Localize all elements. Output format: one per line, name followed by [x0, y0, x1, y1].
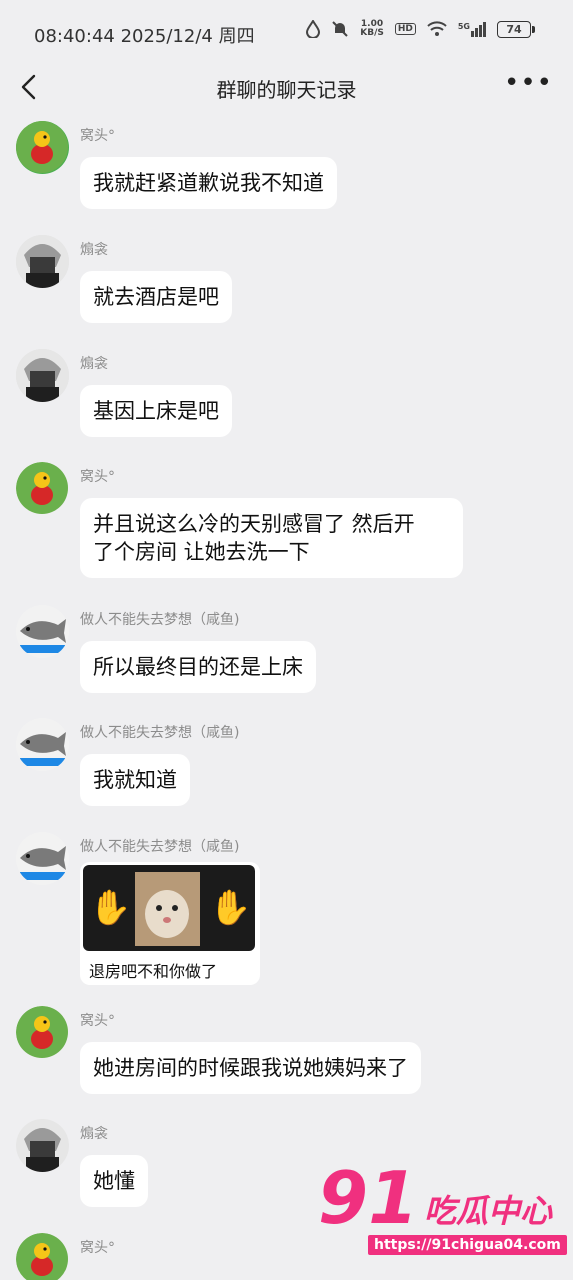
message-item: 窝头° 并且说这么冷的天别感冒了 然后开 了个房间 让她去洗一下 [0, 462, 573, 592]
meme-image: ✋ ✋ [83, 865, 255, 951]
wifi-icon [427, 21, 447, 36]
message-bubble[interactable]: 所以最终目的还是上床 [80, 641, 316, 693]
cat-photo [135, 872, 200, 946]
avatar-xianyu[interactable] [16, 605, 69, 658]
sender-name: 煽衾 [80, 242, 108, 258]
duck-icon [16, 462, 68, 514]
message-text-line: 并且说这么冷的天别感冒了 然后开 [93, 512, 415, 536]
signal-icon: 5G [457, 21, 486, 37]
avatar-wotou[interactable] [16, 1233, 69, 1280]
more-dots-icon[interactable]: ••• [504, 68, 553, 98]
message-bubble[interactable]: 我就赶紧道歉说我不知道 [80, 157, 337, 209]
message-item: 煽衾 就去酒店是吧 [0, 235, 573, 335]
sender-name: 煽衾 [80, 356, 108, 372]
sender-name: 窝头° [80, 469, 115, 485]
title-bar: 群聊的聊天记录 ••• [0, 62, 573, 118]
battery-icon: 74 [497, 20, 535, 38]
bell-off-icon [332, 21, 348, 37]
message-item: 窝头° 她进房间的时候跟我说她姨妈来了 [0, 1006, 573, 1106]
status-icons: 1.00 KB/S HD 5G 74 [306, 20, 535, 38]
net-speed: 1.00 KB/S [360, 20, 384, 38]
watermark-brand: 吃瓜中心 [424, 1192, 553, 1230]
message-item: 做人不能失去梦想（咸鱼) 所以最终目的还是上床 [0, 605, 573, 705]
sender-name: 煽衾 [80, 1126, 108, 1142]
watermark-logo: 91 [318, 1156, 419, 1240]
watermark-url: https://91chigua04.com [368, 1235, 567, 1255]
image-message[interactable]: ✋ ✋ 退房吧不和你做了 [80, 862, 260, 985]
message-item: 煽衾 基因上床是吧 [0, 349, 573, 449]
message-text-line: 了个房间 让她去洗一下 [93, 540, 310, 564]
message-bubble[interactable]: 我就知道 [80, 754, 190, 806]
message-bubble[interactable]: 就去酒店是吧 [80, 271, 232, 323]
hd-badge: HD [394, 23, 416, 35]
avatar-shanqin[interactable] [16, 349, 69, 402]
sender-name: 做人不能失去梦想（咸鱼) [80, 612, 240, 628]
message-item: 窝头° 我就赶紧道歉说我不知道 [0, 121, 573, 221]
salted-fish-icon [16, 605, 69, 658]
avatar-shanqin[interactable] [16, 1119, 69, 1172]
anime-character-icon [16, 235, 69, 288]
sender-name: 做人不能失去梦想（咸鱼) [80, 839, 240, 855]
duck-icon [16, 1006, 68, 1058]
sender-name: 窝头° [80, 1013, 115, 1029]
avatar-xianyu[interactable] [16, 718, 69, 771]
avatar-xianyu[interactable] [16, 832, 69, 885]
salted-fish-icon [16, 832, 69, 885]
anime-character-icon [16, 349, 69, 402]
page-title: 群聊的聊天记录 [216, 78, 357, 102]
avatar-shanqin[interactable] [16, 235, 69, 288]
raised-hand-icon: ✋ [89, 888, 132, 928]
message-bubble[interactable]: 她懂 [80, 1155, 148, 1207]
duck-icon [16, 121, 68, 173]
image-caption: 退房吧不和你做了 [89, 962, 218, 981]
salted-fish-icon [16, 718, 69, 771]
avatar-wotou[interactable] [16, 462, 69, 515]
signal-label: 5G [457, 21, 470, 31]
sender-name: 窝头° [80, 128, 115, 144]
avatar-wotou[interactable] [16, 1006, 69, 1059]
chat-history[interactable]: 窝头° 我就赶紧道歉说我不知道 煽衾 就去酒店是吧 煽衾 基因上床是吧 窝头° … [0, 118, 573, 1280]
message-item: 做人不能失去梦想（咸鱼) ✋ ✋ 退房吧不和你做了 [0, 832, 573, 997]
net-speed-unit: KB/S [360, 28, 384, 38]
message-bubble[interactable]: 她进房间的时候跟我说她姨妈来了 [80, 1042, 421, 1094]
status-bar: 08:40:44 2025/12/4 周四 1.00 KB/S HD 5G 74 [0, 0, 573, 62]
avatar-wotou[interactable] [16, 121, 69, 174]
anime-character-icon [16, 1119, 69, 1172]
sender-name: 做人不能失去梦想（咸鱼) [80, 725, 240, 741]
duck-icon [16, 1233, 68, 1280]
water-drop-icon [306, 20, 321, 38]
raised-hand-icon: ✋ [209, 888, 252, 928]
sender-name: 窝头° [80, 1240, 115, 1256]
message-bubble[interactable]: 基因上床是吧 [80, 385, 232, 437]
message-bubble[interactable]: 并且说这么冷的天别感冒了 然后开 了个房间 让她去洗一下 [80, 498, 463, 578]
message-item: 做人不能失去梦想（咸鱼) 我就知道 [0, 718, 573, 818]
status-time: 08:40:44 2025/12/4 周四 [34, 26, 255, 47]
